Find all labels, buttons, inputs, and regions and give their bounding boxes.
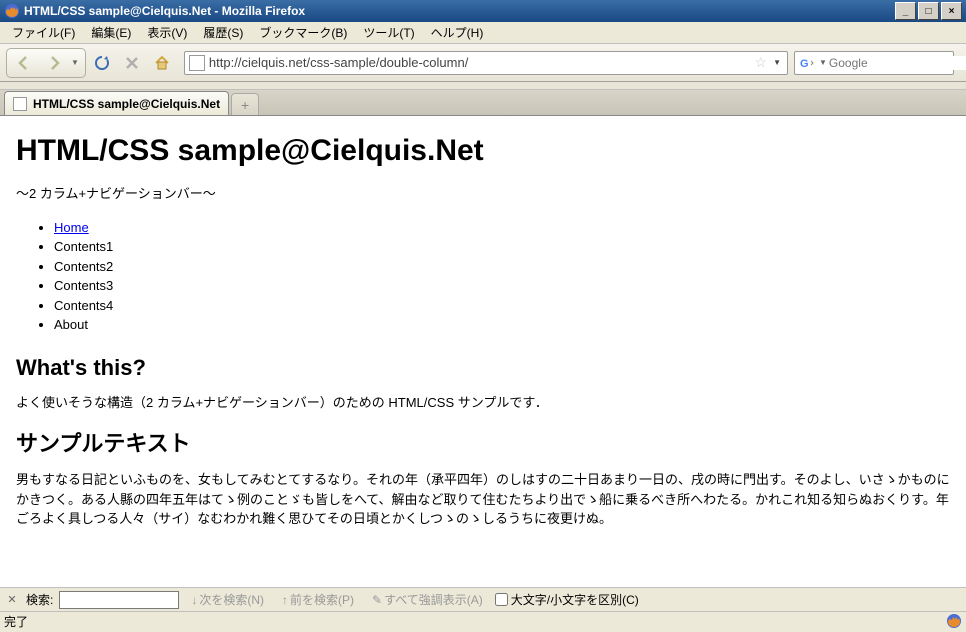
close-button[interactable]: × [941,2,962,20]
find-input[interactable] [59,591,179,609]
nav-link-home[interactable]: Home [54,220,89,235]
bookmark-star-icon[interactable]: ☆ [751,54,772,71]
nav-list: Home Contents1 Contents2 Contents3 Conte… [16,218,950,335]
google-icon[interactable]: G [799,55,815,71]
find-highlight-button[interactable]: ✎すべて強調表示(A) [366,589,489,610]
page-heading: HTML/CSS sample@Cielquis.Net [16,134,950,168]
menu-tools[interactable]: ツール(T) [355,22,422,43]
navigation-toolbar: ▼ ☆ ▼ G ▼ [0,44,966,82]
forward-button[interactable] [39,49,69,77]
search-engine-dropdown-icon[interactable]: ▼ [817,58,829,67]
menu-bar: ファイル(F) 編集(E) 表示(V) 履歴(S) ブックマーク(B) ツール(… [0,22,966,44]
page-icon [189,55,205,71]
maximize-button[interactable]: □ [918,2,939,20]
window-title: HTML/CSS sample@Cielquis.Net - Mozilla F… [24,4,895,18]
search-box[interactable]: G ▼ [794,51,954,75]
section-heading: サンプルテキスト [16,426,950,458]
paragraph: 男もすなる日記といふものを、女もしてみむとてするなり。それの年（承平四年）のしは… [16,470,950,529]
firefox-status-icon [946,613,962,629]
home-button[interactable] [150,51,174,75]
menu-file[interactable]: ファイル(F) [4,22,83,43]
find-case-checkbox[interactable]: 大文字/小文字を区別(C) [495,591,639,608]
paragraph: よく使いそうな構造（2 カラム+ナビゲーションバー）のための HTML/CSS … [16,393,950,413]
status-bar: 完了 [0,611,966,630]
back-button[interactable] [9,49,39,77]
find-next-button[interactable]: ↓次を検索(N) [185,589,270,610]
url-bar[interactable]: ☆ ▼ [184,51,788,75]
reload-button[interactable] [90,51,114,75]
tab-bar: HTML/CSS sample@Cielquis.Net + [0,90,966,116]
firefox-icon [4,3,20,19]
toolbar-separator [0,82,966,90]
tab-active[interactable]: HTML/CSS sample@Cielquis.Net [4,91,229,115]
arrow-up-icon: ↑ [282,593,288,607]
list-item: Contents3 [54,276,950,296]
menu-edit[interactable]: 編集(E) [83,22,139,43]
svg-text:G: G [800,58,809,70]
menu-help[interactable]: ヘルプ(H) [423,22,492,43]
new-tab-button[interactable]: + [231,93,259,115]
url-dropdown-icon[interactable]: ▼ [771,58,783,67]
window-controls: _ □ × [895,2,962,20]
page-subtitle: 〜2 カラム+ナビゲーションバー〜 [16,184,950,204]
find-prev-button[interactable]: ↑前を検索(P) [276,589,360,610]
search-input[interactable] [829,56,966,70]
content-area: HTML/CSS sample@Cielquis.Net 〜2 カラム+ナビゲー… [0,116,966,587]
section-heading: What's this? [16,355,950,381]
menu-view[interactable]: 表示(V) [139,22,195,43]
page-content[interactable]: HTML/CSS sample@Cielquis.Net 〜2 カラム+ナビゲー… [0,116,966,587]
checkbox[interactable] [495,593,508,606]
list-item: Contents4 [54,296,950,316]
list-item: Contents1 [54,237,950,257]
find-bar: ✕ 検索: ↓次を検索(N) ↑前を検索(P) ✎すべて強調表示(A) 大文字/… [0,587,966,611]
url-bar-container: ☆ ▼ G ▼ [184,51,954,75]
list-item: Contents2 [54,257,950,277]
list-item: Home [54,218,950,238]
minimize-button[interactable]: _ [895,2,916,20]
window-titlebar: HTML/CSS sample@Cielquis.Net - Mozilla F… [0,0,966,22]
stop-button[interactable] [120,51,144,75]
menu-bookmarks[interactable]: ブックマーク(B) [251,22,355,43]
arrow-down-icon: ↓ [191,593,197,607]
find-close-button[interactable]: ✕ [4,592,20,608]
nav-history-dropdown-icon[interactable]: ▼ [69,58,81,67]
url-input[interactable] [209,55,751,70]
back-forward-group: ▼ [6,48,86,78]
tab-label: HTML/CSS sample@Cielquis.Net [33,97,220,111]
menu-history[interactable]: 履歴(S) [195,22,251,43]
list-item: About [54,315,950,335]
status-text: 完了 [4,613,946,630]
find-label: 検索: [26,591,53,608]
highlight-icon: ✎ [372,593,382,607]
tab-page-icon [13,97,27,111]
